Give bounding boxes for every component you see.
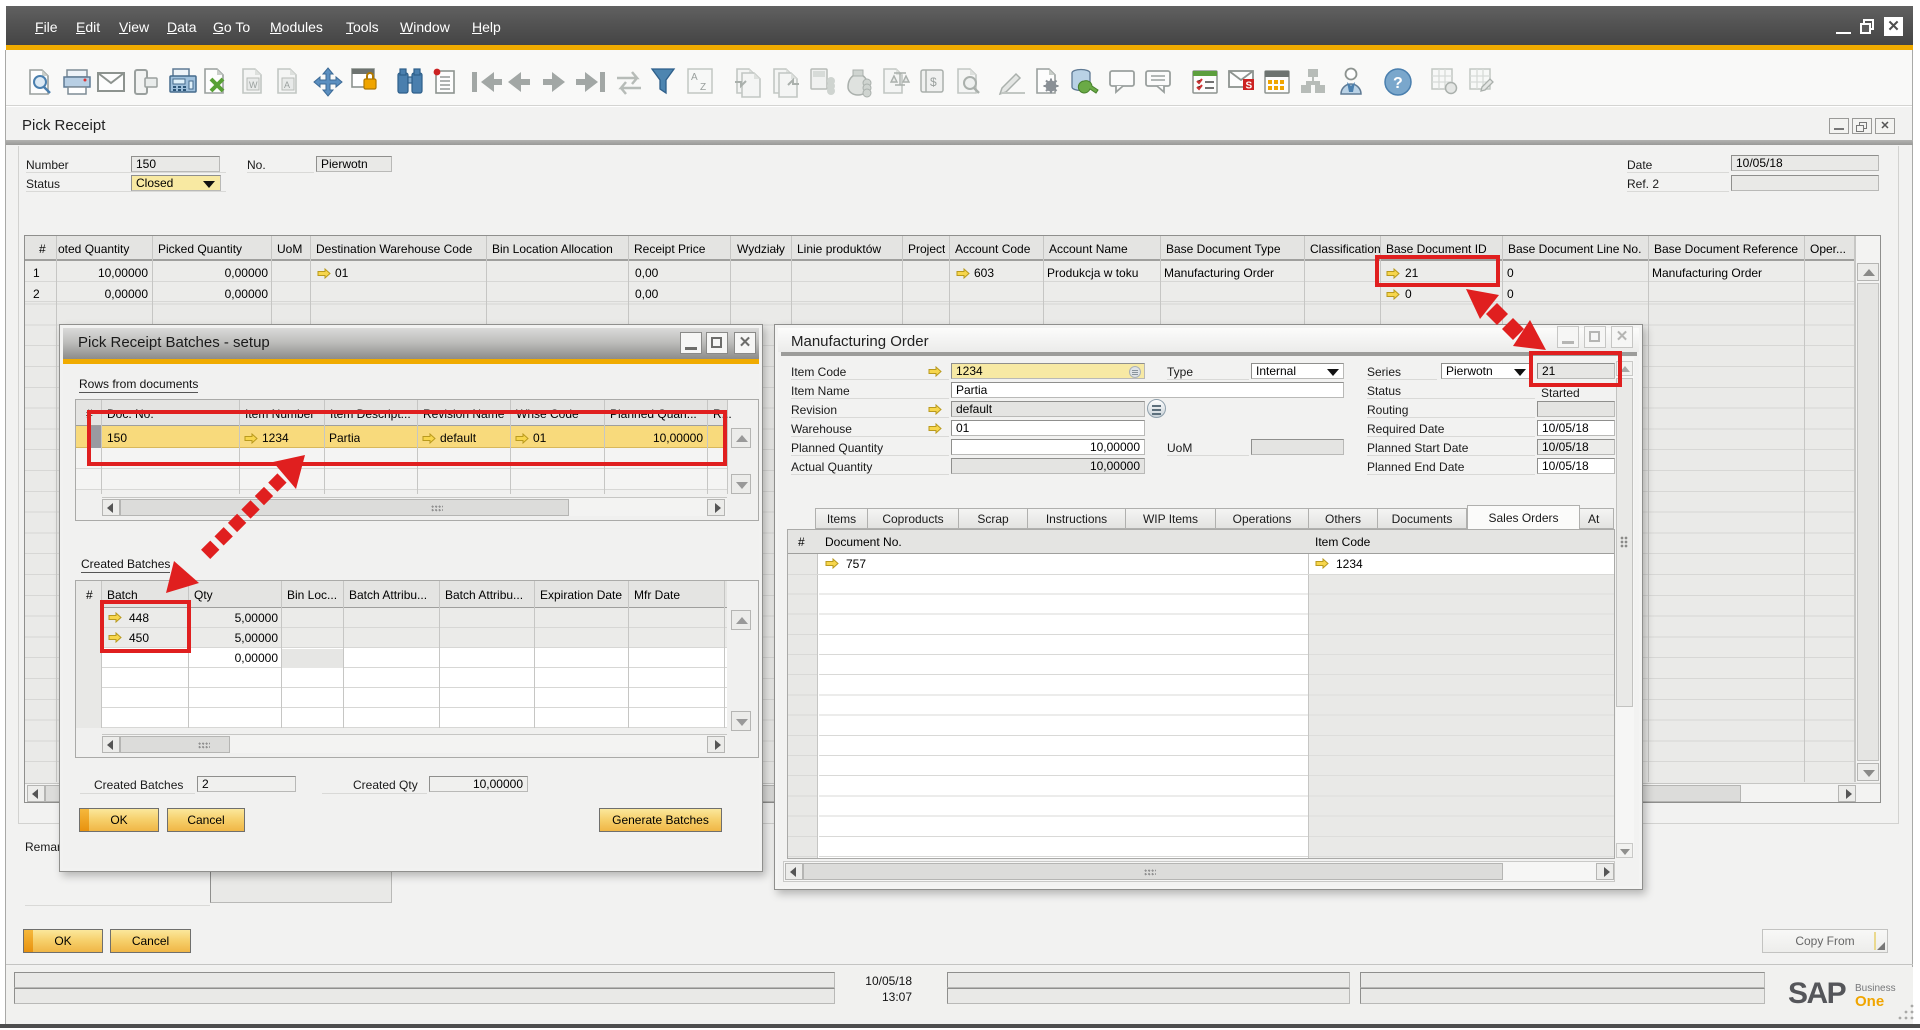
svg-text:S: S <box>1246 81 1253 92</box>
svg-text:$: $ <box>930 75 937 89</box>
svg-text:W: W <box>249 80 258 90</box>
svg-text:A: A <box>284 80 290 90</box>
svg-text:Z: Z <box>700 82 706 93</box>
svg-text:?: ? <box>1393 75 1403 92</box>
svg-text:A: A <box>691 72 698 83</box>
